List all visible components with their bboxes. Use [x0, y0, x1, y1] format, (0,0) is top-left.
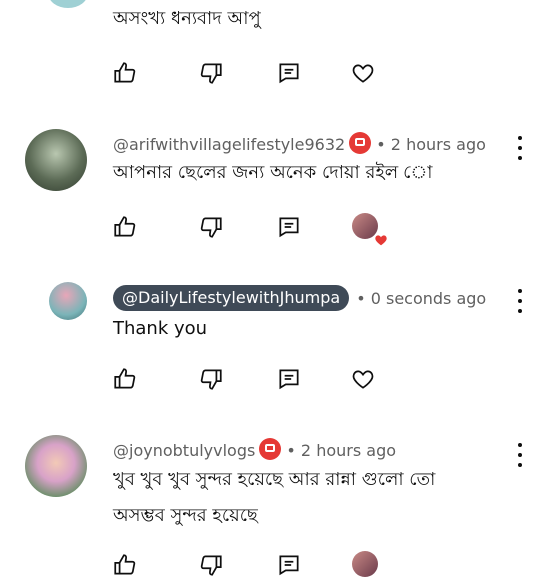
avatar[interactable]: [49, 282, 87, 320]
reply-button[interactable]: [276, 214, 302, 240]
membership-badge-icon: [349, 132, 372, 154]
thumbs-up-icon: [114, 216, 136, 237]
reply-button[interactable]: [276, 552, 302, 578]
comment-text-line: অসম্ভব সুন্দর হয়েছে: [113, 505, 258, 526]
more-options-button[interactable]: [516, 136, 524, 160]
heart-icon: [352, 64, 374, 83]
channel-handle[interactable]: @joynobtulyvlogs: [113, 441, 255, 460]
comment-header: @DailyLifestylewithJhumpa • 0 seconds ag…: [113, 285, 486, 311]
reply-button[interactable]: [276, 60, 302, 86]
heart-icon: [352, 370, 374, 389]
heart-button[interactable]: [350, 60, 376, 86]
comment-text: আপনার ছেলের জন্য অনেক দোয়া রইল ো: [113, 162, 433, 183]
reply-button[interactable]: [276, 366, 302, 392]
comment-header: @joynobtulyvlogs • 2 hours ago: [113, 438, 396, 460]
comment-text-line: খুব খুব খুব সুন্দর হয়েছে আর রান্না গুলো…: [113, 469, 436, 490]
reply-icon: [279, 63, 299, 84]
comment-text: Thank you: [113, 318, 208, 339]
dislike-button[interactable]: [198, 214, 224, 240]
creator-heart[interactable]: [352, 213, 387, 246]
channel-handle-pill[interactable]: @DailyLifestylewithJhumpa: [113, 285, 350, 311]
thumbs-down-icon: [200, 63, 222, 84]
thumbs-down-icon: [200, 369, 222, 390]
like-button[interactable]: [112, 60, 138, 86]
thumbs-up-icon: [114, 554, 136, 575]
membership-badge-icon: [259, 438, 282, 460]
reply-icon: [279, 555, 299, 576]
comment-timestamp[interactable]: • 2 hours ago: [376, 135, 486, 154]
more-options-button[interactable]: [516, 443, 524, 467]
reply-icon: [279, 217, 299, 238]
thumbs-down-icon: [200, 555, 222, 576]
dislike-button[interactable]: [198, 60, 224, 86]
reply-icon: [279, 369, 299, 390]
like-button[interactable]: [112, 366, 138, 392]
channel-handle[interactable]: @arifwithvillagelifestyle9632: [113, 135, 345, 154]
thumbs-up-icon: [114, 368, 136, 389]
like-button[interactable]: [112, 214, 138, 240]
comment-text: অসংখ্য ধন্যবাদ আপু: [113, 8, 261, 29]
dislike-button[interactable]: [198, 366, 224, 392]
heart-icon: [375, 235, 387, 246]
comment-timestamp[interactable]: • 2 hours ago: [286, 441, 396, 460]
avatar[interactable]: [25, 435, 87, 497]
creator-avatar: [352, 551, 378, 577]
dislike-button[interactable]: [198, 552, 224, 578]
more-options-button[interactable]: [516, 289, 524, 313]
thumbs-up-icon: [114, 62, 136, 83]
like-button[interactable]: [112, 552, 138, 578]
heart-button[interactable]: [350, 366, 376, 392]
avatar[interactable]: [25, 129, 87, 191]
comment-timestamp[interactable]: • 0 seconds ago: [356, 289, 486, 308]
avatar[interactable]: [48, 0, 88, 8]
comment-header: @arifwithvillagelifestyle9632 • 2 hours …: [113, 132, 486, 154]
thumbs-down-icon: [200, 217, 222, 238]
creator-heart[interactable]: [352, 551, 382, 581]
